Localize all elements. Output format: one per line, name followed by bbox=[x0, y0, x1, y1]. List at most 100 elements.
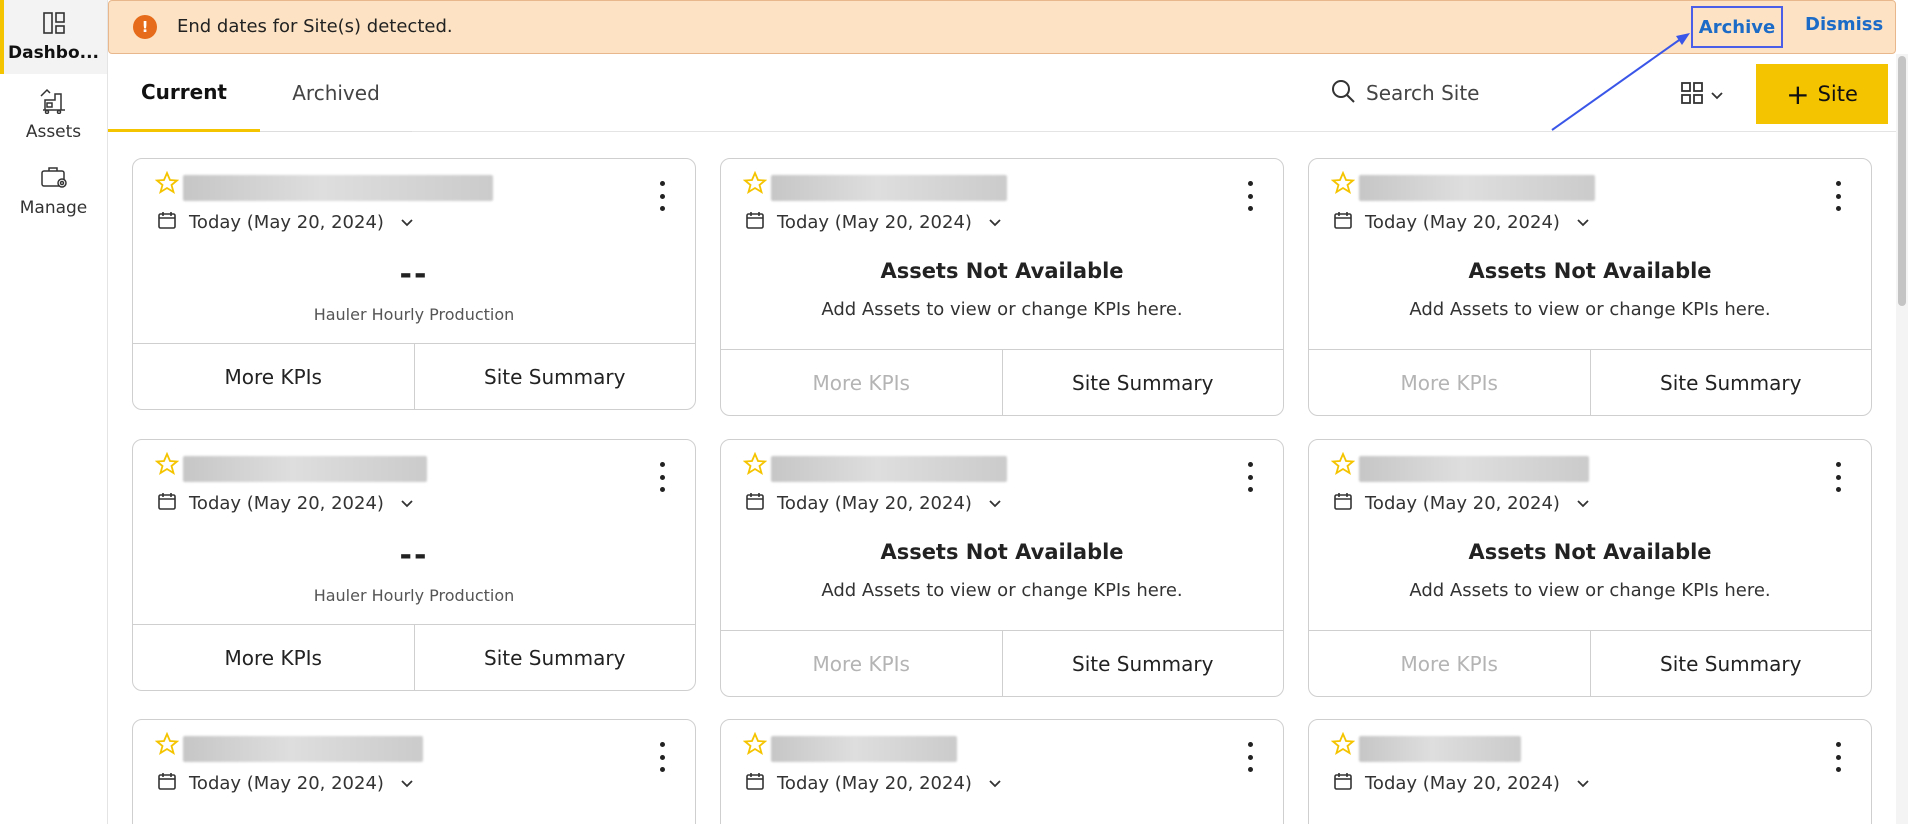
site-name-redacted bbox=[771, 736, 957, 762]
card-actions: More KPIs Site Summary bbox=[133, 343, 695, 409]
date-range-selector[interactable]: Today (May 20, 2024) bbox=[745, 490, 1002, 516]
more-kpis-button[interactable]: More KPIs bbox=[133, 625, 414, 690]
calendar-icon bbox=[745, 210, 765, 234]
card-actions: More KPIs Site Summary bbox=[1309, 630, 1871, 696]
favorite-star-icon[interactable] bbox=[1330, 451, 1356, 480]
chevron-down-icon bbox=[400, 494, 414, 513]
date-range-selector[interactable]: Today (May 20, 2024) bbox=[1333, 209, 1590, 235]
more-kpis-button[interactable]: More KPIs bbox=[133, 344, 414, 409]
site-name-redacted bbox=[771, 456, 1007, 482]
site-summary-button[interactable]: Site Summary bbox=[1589, 631, 1872, 696]
card-more-menu-icon[interactable] bbox=[1831, 742, 1845, 772]
sidebar-item-label: Assets bbox=[25, 122, 82, 142]
sidebar-item-dashboard[interactable]: Dashbo... bbox=[0, 0, 107, 74]
dashboard-icon bbox=[42, 11, 66, 39]
site-summary-button[interactable]: Site Summary bbox=[1001, 631, 1284, 696]
sidebar-item-assets[interactable]: Assets bbox=[0, 84, 107, 146]
sidebar-item-manage[interactable]: Manage bbox=[0, 160, 107, 222]
site-summary-button[interactable]: Site Summary bbox=[1001, 350, 1284, 415]
sidebar: Dashbo... Assets Manage bbox=[0, 0, 108, 824]
date-range-selector[interactable]: Today (May 20, 2024) bbox=[157, 209, 414, 235]
assets-not-available-title: Assets Not Available bbox=[880, 259, 1124, 283]
add-site-button[interactable]: + Site bbox=[1756, 64, 1888, 124]
site-summary-button[interactable]: Site Summary bbox=[413, 625, 696, 690]
end-dates-banner: ! End dates for Site(s) detected. Archiv… bbox=[108, 0, 1896, 54]
site-summary-button[interactable]: Site Summary bbox=[1589, 350, 1872, 415]
chevron-down-icon bbox=[1710, 86, 1724, 105]
view-toggle-button[interactable] bbox=[1680, 80, 1732, 110]
site-card: Today (May 20, 2024) Assets Not Available… bbox=[1308, 439, 1872, 697]
tab-current[interactable]: Current bbox=[108, 54, 260, 132]
favorite-star-icon[interactable] bbox=[1330, 170, 1356, 199]
favorite-star-icon[interactable] bbox=[154, 451, 180, 480]
calendar-icon bbox=[157, 771, 177, 795]
search-input[interactable]: Search Site bbox=[1330, 76, 1590, 110]
card-more-menu-icon[interactable] bbox=[1243, 181, 1257, 211]
search-placeholder: Search Site bbox=[1366, 81, 1480, 105]
scrollbar[interactable] bbox=[1896, 54, 1908, 824]
add-site-label: Site bbox=[1817, 82, 1858, 106]
more-kpis-button: More KPIs bbox=[1400, 651, 1498, 676]
card-actions: More KPIs Site Summary bbox=[721, 349, 1283, 415]
date-range-selector[interactable]: Today (May 20, 2024) bbox=[157, 490, 414, 516]
more-kpis-button: More KPIs bbox=[1400, 370, 1498, 395]
dismiss-button[interactable]: Dismiss bbox=[1805, 14, 1883, 35]
site-card: Today (May 20, 2024) bbox=[1308, 719, 1872, 824]
site-card: Today (May 20, 2024) -- Hauler Hourly Prod… bbox=[132, 158, 696, 410]
assets-not-available-message: Add Assets to view or change KPIs here. bbox=[1409, 580, 1771, 601]
site-card: Today (May 20, 2024) Assets Not Available… bbox=[720, 439, 1284, 697]
site-card: Today (May 20, 2024) bbox=[720, 719, 1284, 824]
site-card: Today (May 20, 2024) Assets Not Available… bbox=[1308, 158, 1872, 416]
card-more-menu-icon[interactable] bbox=[1243, 462, 1257, 492]
site-name-redacted bbox=[1359, 736, 1521, 762]
favorite-star-icon[interactable] bbox=[742, 451, 768, 480]
assets-not-available-title: Assets Not Available bbox=[1468, 259, 1712, 283]
banner-message: End dates for Site(s) detected. bbox=[177, 16, 453, 37]
favorite-star-icon[interactable] bbox=[1330, 731, 1356, 760]
card-more-menu-icon[interactable] bbox=[1831, 181, 1845, 211]
card-more-menu-icon[interactable] bbox=[1243, 742, 1257, 772]
date-range-selector[interactable]: Today (May 20, 2024) bbox=[1333, 490, 1590, 516]
kpi-value: -- bbox=[399, 538, 429, 573]
date-range-label: Today (May 20, 2024) bbox=[1365, 492, 1560, 514]
date-range-label: Today (May 20, 2024) bbox=[777, 772, 972, 794]
card-more-menu-icon[interactable] bbox=[1831, 462, 1845, 492]
site-name-redacted bbox=[1359, 456, 1589, 482]
kpi-label: Hauler Hourly Production bbox=[313, 586, 515, 605]
chevron-down-icon bbox=[1576, 494, 1590, 513]
date-range-selector[interactable]: Today (May 20, 2024) bbox=[745, 209, 1002, 235]
calendar-icon bbox=[1333, 210, 1353, 234]
kpi-value: -- bbox=[399, 257, 429, 292]
calendar-icon bbox=[157, 491, 177, 515]
sidebar-item-label: Manage bbox=[19, 198, 88, 218]
grid-view-icon bbox=[1680, 81, 1704, 109]
app-root: Dashbo... Assets Manage ! End dates for … bbox=[0, 0, 1908, 824]
card-more-menu-icon[interactable] bbox=[655, 462, 669, 492]
assets-not-available-title: Assets Not Available bbox=[880, 540, 1124, 564]
calendar-icon bbox=[745, 491, 765, 515]
sidebar-item-label: Dashbo... bbox=[7, 43, 100, 63]
site-name-redacted bbox=[183, 736, 423, 762]
favorite-star-icon[interactable] bbox=[742, 170, 768, 199]
chevron-down-icon bbox=[988, 213, 1002, 232]
favorite-star-icon[interactable] bbox=[154, 170, 180, 199]
date-range-selector[interactable]: Today (May 20, 2024) bbox=[745, 770, 1002, 796]
assets-not-available-message: Add Assets to view or change KPIs here. bbox=[821, 580, 1183, 601]
site-summary-button[interactable]: Site Summary bbox=[413, 344, 696, 409]
calendar-icon bbox=[1333, 491, 1353, 515]
card-more-menu-icon[interactable] bbox=[655, 742, 669, 772]
assets-not-available-message: Add Assets to view or change KPIs here. bbox=[1409, 299, 1771, 320]
favorite-star-icon[interactable] bbox=[154, 731, 180, 760]
tab-archived[interactable]: Archived bbox=[260, 54, 412, 132]
site-name-redacted bbox=[1359, 175, 1595, 201]
date-range-selector[interactable]: Today (May 20, 2024) bbox=[157, 770, 414, 796]
site-name-redacted bbox=[183, 456, 427, 482]
favorite-star-icon[interactable] bbox=[742, 731, 768, 760]
archive-button[interactable]: Archive bbox=[1691, 6, 1783, 48]
chevron-down-icon bbox=[400, 774, 414, 793]
site-card: Today (May 20, 2024) -- Hauler Hourly Prod… bbox=[132, 439, 696, 691]
site-card: Today (May 20, 2024) Assets Not Available… bbox=[720, 158, 1284, 416]
scrollbar-thumb[interactable] bbox=[1898, 56, 1906, 306]
date-range-selector[interactable]: Today (May 20, 2024) bbox=[1333, 770, 1590, 796]
card-more-menu-icon[interactable] bbox=[655, 181, 669, 211]
